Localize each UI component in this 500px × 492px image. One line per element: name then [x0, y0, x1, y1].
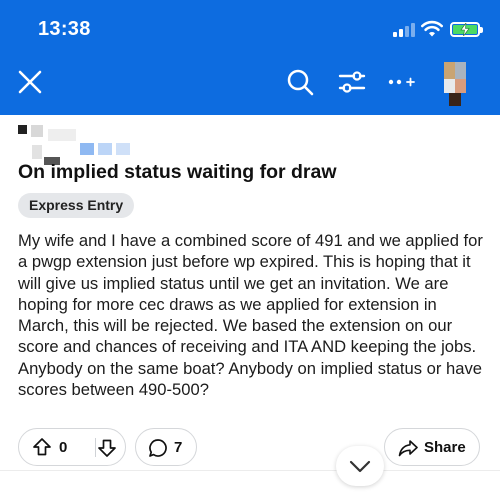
search-icon[interactable] [284, 66, 316, 98]
comment-count: 7 [174, 439, 183, 456]
comment-icon [149, 439, 167, 457]
avatar[interactable] [440, 58, 470, 108]
status-time: 13:38 [38, 18, 91, 40]
comments-button[interactable]: 7 [135, 428, 197, 466]
vote-count: 0 [59, 439, 68, 456]
post-flair[interactable]: Express Entry [18, 193, 135, 218]
upvote-icon[interactable] [32, 437, 52, 457]
app-header: 13:38 [0, 0, 500, 115]
downvote-icon[interactable] [97, 438, 117, 458]
wifi-icon [421, 20, 443, 37]
share-icon [398, 440, 418, 457]
post-toolbar [0, 58, 500, 115]
share-label: Share [424, 439, 466, 456]
post-actions: 0 7 Share [0, 428, 500, 468]
battery-icon [450, 22, 483, 37]
status-bar: 13:38 [0, 0, 500, 58]
share-button[interactable]: Share [384, 428, 480, 466]
vote-control: 0 [18, 428, 126, 466]
next-content-edge [0, 470, 500, 492]
cellular-signal-icon [393, 22, 417, 37]
scroll-down-button[interactable] [336, 446, 384, 486]
sliders-icon[interactable] [336, 66, 368, 98]
post-body: My wife and I have a combined score of 4… [18, 231, 483, 400]
post-title: On implied status waiting for draw [18, 161, 337, 183]
chevron-down-icon [349, 460, 371, 473]
vote-divider [95, 438, 96, 457]
more-icon[interactable] [386, 72, 416, 92]
close-icon[interactable] [16, 68, 44, 96]
